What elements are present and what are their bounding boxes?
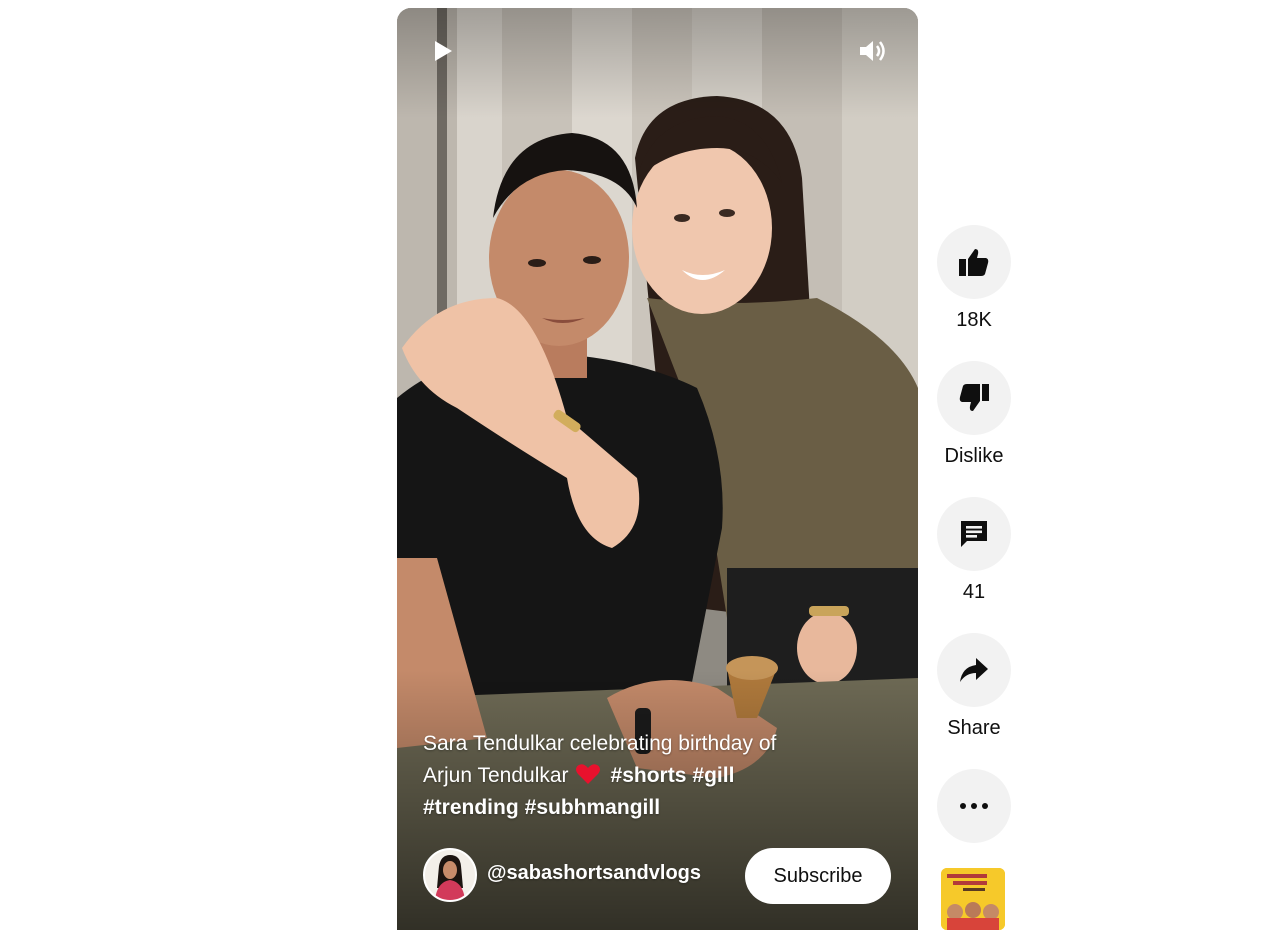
more-horizontal-icon xyxy=(960,803,988,809)
caption-line-2: Arjun Tendulkar #shorts #gill xyxy=(423,760,863,792)
dislike-action: Dislike xyxy=(936,361,1012,468)
video-caption: Sara Tendulkar celebrating birthday of A… xyxy=(423,728,863,824)
caption-text: Arjun Tendulkar xyxy=(423,764,569,787)
sound-thumbnail[interactable] xyxy=(941,868,1005,930)
play-button[interactable] xyxy=(428,36,458,66)
volume-icon xyxy=(860,41,885,61)
hashtag-link[interactable]: #gill xyxy=(692,764,734,787)
play-icon xyxy=(435,41,452,61)
like-button[interactable] xyxy=(937,225,1011,299)
like-action: 18K xyxy=(936,225,1012,332)
avatar-image xyxy=(425,850,475,900)
shorts-page: Sara Tendulkar celebrating birthday of A… xyxy=(0,0,1280,930)
sound-thumbnail-image xyxy=(941,868,1005,930)
share-icon xyxy=(960,658,988,682)
hashtag-link[interactable]: #subhmangill xyxy=(525,796,660,819)
comments-button[interactable] xyxy=(937,497,1011,571)
shorts-video-player[interactable]: Sara Tendulkar celebrating birthday of A… xyxy=(397,8,918,930)
channel-avatar[interactable] xyxy=(423,848,477,902)
dislike-button[interactable] xyxy=(937,361,1011,435)
share-label: Share xyxy=(947,717,1001,739)
thumbs-down-icon xyxy=(959,384,989,411)
dislike-label: Dislike xyxy=(944,445,1004,467)
like-count: 18K xyxy=(956,309,992,331)
more-action xyxy=(936,769,1012,843)
top-gradient xyxy=(397,8,918,118)
channel-row: @sabashortsandvlogs Subscribe xyxy=(423,848,893,904)
volume-button[interactable] xyxy=(857,36,887,66)
caption-line-1: Sara Tendulkar celebrating birthday of xyxy=(423,732,777,755)
comment-icon xyxy=(961,521,987,547)
channel-handle[interactable]: @sabashortsandvlogs xyxy=(487,862,701,885)
thumbs-up-icon xyxy=(959,249,989,276)
share-button[interactable] xyxy=(937,633,1011,707)
more-button[interactable] xyxy=(937,769,1011,843)
share-action: Share xyxy=(936,633,1012,740)
caption-line-3: #trending #subhmangill xyxy=(423,792,863,824)
subscribe-button[interactable]: Subscribe xyxy=(745,848,891,904)
hashtag-link[interactable]: #shorts xyxy=(611,764,687,787)
comment-count: 41 xyxy=(962,581,986,603)
hashtag-link[interactable]: #trending xyxy=(423,796,519,819)
comments-action: 41 xyxy=(936,497,1012,604)
heart-emoji-icon xyxy=(575,764,600,784)
